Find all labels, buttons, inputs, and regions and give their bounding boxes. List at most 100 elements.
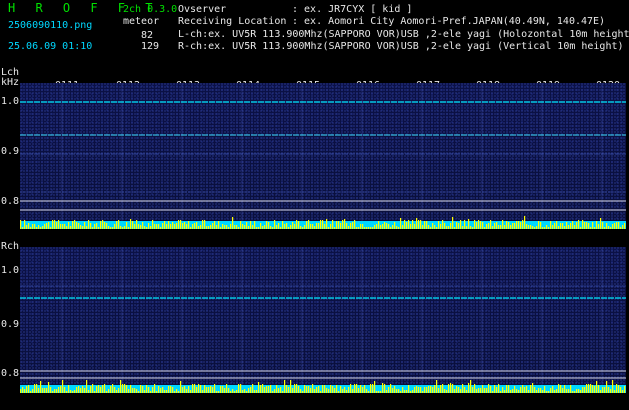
- meteor-bar: [528, 390, 530, 393]
- meteor-bar: [394, 386, 396, 393]
- meteor-bar: [410, 391, 412, 393]
- meteor-bar: [546, 391, 548, 393]
- meteor-bar: [564, 385, 566, 393]
- meteor-bar: [442, 220, 444, 229]
- meteor-bar: [520, 387, 522, 393]
- meteor-bar: [546, 225, 548, 229]
- meteor-bar: [594, 386, 596, 393]
- meteor-bar: [108, 389, 110, 393]
- meteor-bar: [222, 224, 224, 229]
- meteor-bar: [428, 386, 430, 393]
- meteor-bar: [520, 222, 522, 229]
- meteor-bar: [452, 384, 454, 393]
- meteor-bar: [154, 384, 156, 393]
- meteor-bar: [568, 225, 570, 229]
- meteor-bar: [368, 227, 370, 229]
- meteor-bar: [206, 387, 208, 393]
- meteor-bar: [470, 380, 472, 393]
- meteor-bar: [416, 386, 418, 393]
- meteor-bar: [356, 384, 358, 393]
- meteor-bar: [610, 389, 612, 393]
- rch-meteor-count: 129: [141, 41, 160, 52]
- meteor-bar: [584, 222, 586, 229]
- meteor-bar: [496, 222, 498, 229]
- meteor-bar: [24, 220, 26, 229]
- meteor-bar: [412, 390, 414, 393]
- meteor-bar: [398, 227, 400, 229]
- meteor-bar: [30, 391, 32, 393]
- meteor-bar: [612, 224, 614, 229]
- meteor-bar: [212, 223, 214, 229]
- meteor-bar: [64, 387, 66, 393]
- meteor-bar: [434, 225, 436, 229]
- meteor-bar: [174, 391, 176, 393]
- meteor-bar: [622, 390, 624, 393]
- rch-waterfall: [20, 247, 626, 393]
- meteor-bar: [82, 226, 84, 229]
- meteor-bar: [112, 227, 114, 229]
- meteor-bar: [544, 227, 546, 229]
- meteor-bar: [150, 391, 152, 393]
- meteor-bar: [118, 388, 120, 393]
- meteor-bar: [438, 221, 440, 229]
- meteor-bar: [150, 226, 152, 229]
- meteor-bar: [540, 388, 542, 393]
- meteor-bar: [418, 387, 420, 393]
- meteor-bar: [466, 390, 468, 393]
- meteor-bar: [146, 227, 148, 229]
- meteor-bar: [104, 384, 106, 393]
- meteor-bar: [432, 223, 434, 229]
- meteor-bar: [608, 387, 610, 393]
- meteor-bar: [576, 222, 578, 229]
- meteor-bar: [224, 388, 226, 393]
- meteor-bar: [84, 388, 86, 393]
- meteor-bar: [166, 390, 168, 393]
- meteor-bar: [184, 222, 186, 229]
- meteor-bar: [120, 380, 122, 393]
- meteor-bar: [514, 386, 516, 393]
- meteor-bar: [340, 223, 342, 229]
- meteor-bar: [254, 390, 256, 393]
- meteor-bar: [262, 226, 264, 229]
- meteor-bar: [360, 224, 362, 229]
- meteor-bar: [96, 223, 98, 229]
- meteor-bar: [54, 220, 56, 229]
- meteor-bar: [478, 388, 480, 393]
- meteor-bar: [242, 390, 244, 393]
- meteor-bar: [120, 226, 122, 229]
- meteor-bar: [460, 220, 462, 229]
- meteor-bar: [100, 387, 102, 393]
- meteor-bar: [164, 390, 166, 393]
- meteor-bar: [472, 227, 474, 229]
- meteor-bar: [126, 385, 128, 393]
- meteor-bar: [464, 220, 466, 229]
- meteor-bar: [330, 385, 332, 393]
- meteor-bar: [234, 391, 236, 393]
- meteor-bar: [228, 227, 230, 229]
- meteor-bar: [340, 386, 342, 393]
- meteor-bar: [412, 220, 414, 229]
- meteor-bar: [536, 226, 538, 229]
- meteor-bar: [456, 386, 458, 393]
- meteor-bar: [326, 388, 328, 393]
- meteor-bar: [116, 390, 118, 393]
- meteor-bar: [302, 391, 304, 393]
- rch-tick-0.9: 0.9: [1, 319, 20, 330]
- meteor-bar: [314, 389, 316, 393]
- meteor-bar: [528, 225, 530, 229]
- meteor-bar: [320, 220, 322, 229]
- meteor-bar: [562, 388, 564, 393]
- meteor-bar: [202, 390, 204, 393]
- meteor-bar: [618, 385, 620, 393]
- meteor-bar: [404, 390, 406, 393]
- meteor-bar: [350, 384, 352, 393]
- meteor-bar: [152, 220, 154, 229]
- meteor-bar: [524, 216, 526, 229]
- version-label: 2ch 0.3.0: [123, 4, 178, 15]
- meteor-bar: [256, 390, 258, 393]
- meteor-bar: [570, 385, 572, 393]
- meteor-bar: [202, 220, 204, 229]
- meteor-bar: [498, 384, 500, 393]
- meteor-bar: [324, 224, 326, 229]
- rch-tick-0.8: 0.8: [1, 368, 20, 379]
